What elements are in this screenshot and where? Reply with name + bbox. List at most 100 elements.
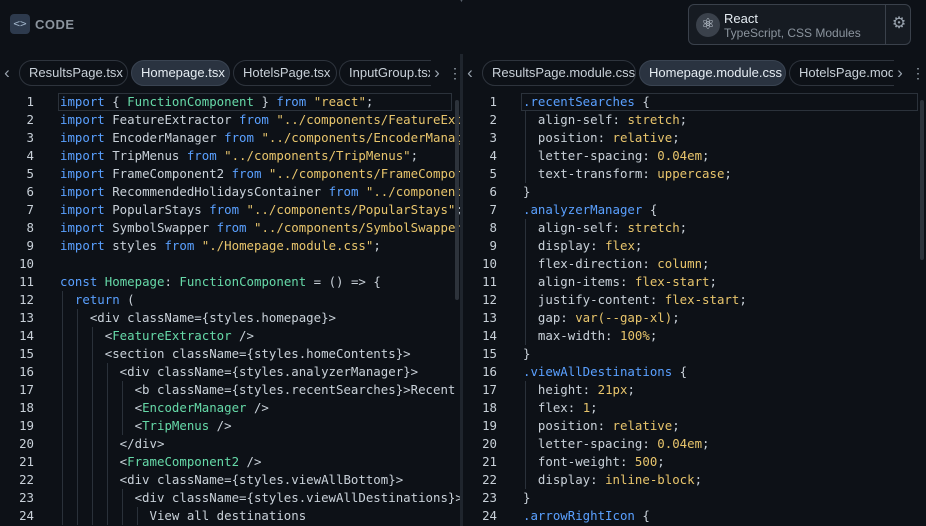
line-number: 22 (19, 472, 34, 487)
chevron-right-icon[interactable]: › (430, 62, 444, 84)
code-line[interactable]: 10 flex-direction: column; (463, 255, 926, 273)
code-line[interactable]: 3 import EncoderManager from "../componen… (0, 129, 460, 147)
code-line[interactable]: 5 text-transform: uppercase; (463, 165, 926, 183)
line-number: 12 (482, 292, 497, 307)
more-vertical-icon[interactable]: ⋮ (448, 62, 460, 84)
code-text: import { FunctionComponent } from "react… (60, 94, 374, 109)
code-line[interactable]: 12 return ( (0, 291, 460, 309)
left-code-editor[interactable]: 1 import { FunctionComponent } from "reac… (0, 92, 460, 526)
code-line[interactable]: 4 import TripMenus from "../components/Tr… (0, 147, 460, 165)
code-line[interactable]: 17 <b className={styles.recentSearches}>… (0, 381, 460, 399)
code-line[interactable]: 7 .analyzerManager { (463, 201, 926, 219)
line-number: 1 (26, 94, 34, 109)
line-number: 18 (482, 400, 497, 415)
left-editor-pane: ‹ ResultsPage.tsx Homepage.tsx HotelsPag… (0, 54, 460, 526)
more-vertical-icon[interactable]: ⋮ (911, 62, 925, 84)
code-line[interactable]: 15} (463, 345, 926, 363)
code-text: align-self: stretch; (523, 112, 688, 127)
code-line[interactable]: 9 display: flex; (463, 237, 926, 255)
left-scrollbar[interactable] (455, 100, 459, 300)
line-number: 23 (482, 490, 497, 505)
code-line[interactable]: 24 .arrowRightIcon { (463, 507, 926, 525)
line-number: 8 (489, 220, 497, 235)
line-number: 2 (489, 112, 497, 127)
code-text: align-items: flex-start; (523, 274, 717, 289)
line-number: 14 (19, 328, 34, 343)
code-line[interactable]: 10 (0, 255, 460, 273)
tab-hotels-page-module-css[interactable]: HotelsPage.module.css (789, 60, 894, 86)
code-line[interactable]: 6 import RecommendedHolidaysContainer fro… (0, 183, 460, 201)
code-text: <FeatureExtractor /> (60, 328, 254, 343)
code-text: display: inline-block; (523, 472, 703, 487)
code-line[interactable]: 22 display: inline-block; (463, 471, 926, 489)
right-code-editor[interactable]: 1 .recentSearches {2 align-self: stretch;… (463, 92, 926, 526)
code-text: gap: var(--gap-xl); (523, 310, 680, 325)
code-line[interactable]: 1 import { FunctionComponent } from "reac… (0, 93, 460, 111)
collapse-caret-icon[interactable]: ▼ (457, 0, 466, 4)
code-line[interactable]: 6} (463, 183, 926, 201)
line-number: 6 (26, 184, 34, 199)
code-line[interactable]: 14 <FeatureExtractor /> (0, 327, 460, 345)
code-line[interactable]: 16 <div className={styles.analyzerManage… (0, 363, 460, 381)
code-line[interactable]: 19 <TripMenus /> (0, 417, 460, 435)
code-line[interactable]: 4 letter-spacing: 0.04em; (463, 147, 926, 165)
line-number: 6 (489, 184, 497, 199)
code-line[interactable]: 24 View all destinations (0, 507, 460, 525)
code-line[interactable]: 3 position: relative; (463, 129, 926, 147)
gear-icon[interactable]: ⚙ (888, 13, 910, 35)
tab-homepage-module-css[interactable]: Homepage.module.css (639, 60, 786, 86)
code-line[interactable]: 19 position: relative; (463, 417, 926, 435)
chevron-right-icon[interactable]: › (893, 62, 907, 84)
code-line[interactable]: 18 flex: 1; (463, 399, 926, 417)
code-text: <div className={styles.viewAllDestinatio… (60, 490, 460, 505)
code-text: letter-spacing: 0.04em; (523, 148, 710, 163)
code-line[interactable]: 14 max-width: 100%; (463, 327, 926, 345)
code-line[interactable]: 2 align-self: stretch; (463, 111, 926, 129)
code-line[interactable]: 11 align-items: flex-start; (463, 273, 926, 291)
tab-hotels-page-tsx[interactable]: HotelsPage.tsx (233, 60, 337, 86)
code-line[interactable]: 11 const Homepage: FunctionComponent = ()… (0, 273, 460, 291)
code-line[interactable]: 21 <FrameComponent2 /> (0, 453, 460, 471)
tab-input-group-tsx[interactable]: InputGroup.tsx (339, 60, 431, 86)
indent-guide (76, 309, 78, 525)
code-text: <TripMenus /> (60, 418, 232, 433)
line-number: 7 (26, 202, 34, 217)
code-line[interactable]: 9 import styles from "./Homepage.module.c… (0, 237, 460, 255)
code-line[interactable]: 2 import FeatureExtractor from "../compon… (0, 111, 460, 129)
code-line[interactable]: 1 .recentSearches { (463, 93, 926, 111)
code-line[interactable]: 23} (463, 489, 926, 507)
code-line[interactable]: 23 <div className={styles.viewAllDestina… (0, 489, 460, 507)
code-text: .arrowRightIcon { (523, 508, 650, 523)
code-line[interactable]: 13 <div className={styles.homepage}> (0, 309, 460, 327)
line-number: 10 (482, 256, 497, 271)
code-line[interactable]: 20 letter-spacing: 0.04em; (463, 435, 926, 453)
code-line[interactable]: 8 import SymbolSwapper from "../component… (0, 219, 460, 237)
framework-selector[interactable]: ⚛ React TypeScript, CSS Modules ⚙ (688, 4, 911, 45)
code-line[interactable]: 18 <EncoderManager /> (0, 399, 460, 417)
code-line[interactable]: 7 import PopularStays from "../components… (0, 201, 460, 219)
chevron-left-icon[interactable]: ‹ (463, 62, 477, 84)
code-line[interactable]: 15 <section className={styles.homeConten… (0, 345, 460, 363)
tab-results-page-module-css[interactable]: ResultsPage.module.css (482, 60, 636, 86)
tab-results-page-tsx[interactable]: ResultsPage.tsx (19, 60, 128, 86)
chevron-left-icon[interactable]: ‹ (0, 62, 14, 84)
code-text: import FeatureExtractor from "../compone… (60, 112, 460, 127)
code-line[interactable]: 17 height: 21px; (463, 381, 926, 399)
code-line[interactable]: 5 import FrameComponent2 from "../compone… (0, 165, 460, 183)
code-line[interactable]: 8 align-self: stretch; (463, 219, 926, 237)
line-number: 13 (19, 310, 34, 325)
tab-homepage-tsx[interactable]: Homepage.tsx (131, 60, 230, 86)
code-line[interactable]: 20 </div> (0, 435, 460, 453)
code-line[interactable]: 22 <div className={styles.viewAllBottom}… (0, 471, 460, 489)
line-number: 16 (482, 364, 497, 379)
code-text: flex: 1; (523, 400, 598, 415)
line-number: 3 (26, 130, 34, 145)
code-line[interactable]: 12 justify-content: flex-start; (463, 291, 926, 309)
panel-title: CODE (35, 17, 75, 32)
right-scrollbar[interactable] (920, 100, 924, 260)
code-line[interactable]: 16 .viewAllDestinations { (463, 363, 926, 381)
line-number: 24 (482, 508, 497, 523)
code-line[interactable]: 13 gap: var(--gap-xl); (463, 309, 926, 327)
code-line[interactable]: 21 font-weight: 500; (463, 453, 926, 471)
code-text: </div> (60, 436, 165, 451)
